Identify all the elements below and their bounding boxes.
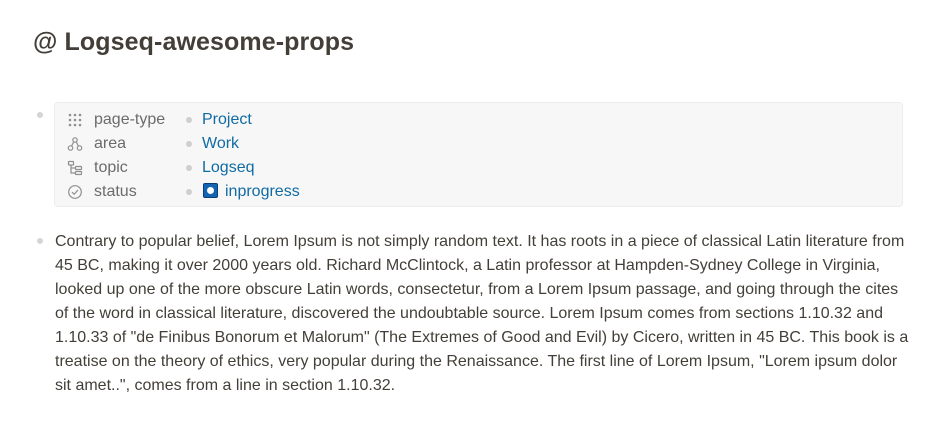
block-content[interactable]: Contrary to popular belief, Lorem Ipsum …: [55, 230, 915, 398]
property-key[interactable]: area: [94, 135, 126, 153]
property-row-area: area Work: [55, 132, 902, 156]
status-value[interactable]: inprogress: [203, 183, 300, 203]
property-key[interactable]: topic: [94, 159, 128, 177]
property-value-link[interactable]: inprogress: [225, 183, 300, 201]
property-value-bullet: [186, 189, 192, 195]
property-row-status: status inprogress: [55, 180, 902, 204]
property-value-link[interactable]: Work: [202, 135, 239, 153]
block-bullet[interactable]: [37, 238, 43, 244]
property-key[interactable]: page-type: [94, 111, 165, 129]
hierarchy-icon: [67, 136, 83, 152]
circle-check-icon: [67, 184, 83, 200]
property-value-link[interactable]: Logseq: [202, 159, 255, 177]
page-title[interactable]: @ Logseq-awesome-props: [33, 28, 354, 57]
property-value-link[interactable]: Project: [202, 111, 252, 129]
property-value-bullet: [186, 117, 192, 123]
property-key[interactable]: status: [94, 183, 137, 201]
grid-dots-icon: [67, 112, 83, 128]
property-value-bullet: [186, 165, 192, 171]
block-bullet[interactable]: [37, 112, 43, 118]
properties-block[interactable]: page-type Project area Work topic Logseq…: [54, 102, 903, 207]
inprogress-status-icon: [203, 183, 218, 198]
property-row-page-type: page-type Project: [55, 108, 902, 132]
subtask-icon: [67, 160, 83, 176]
property-row-topic: topic Logseq: [55, 156, 902, 180]
property-value-bullet: [186, 141, 192, 147]
